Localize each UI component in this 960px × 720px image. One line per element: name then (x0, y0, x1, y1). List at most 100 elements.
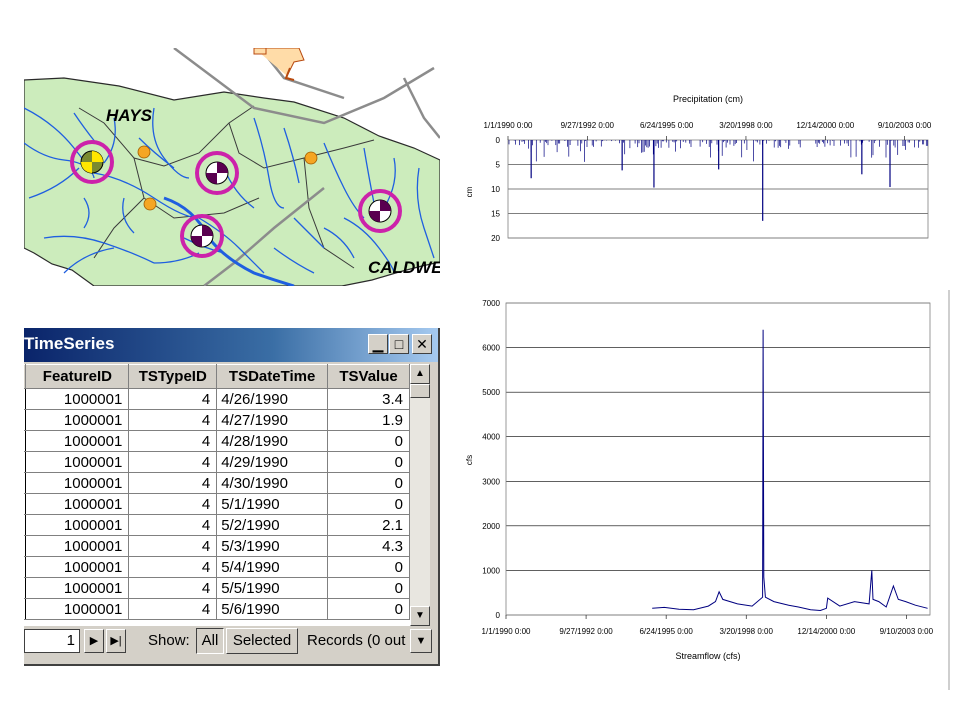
table-row[interactable]: 1000001 4 5/3/1990 4.3 (24, 535, 410, 557)
cell-tstypeid[interactable]: 4 (128, 598, 218, 620)
y-tick-label: 6000 (482, 344, 500, 353)
cell-tstypeid[interactable]: 4 (128, 493, 218, 515)
record-number-input[interactable]: 1 (24, 629, 80, 653)
scroll-up-button[interactable]: ▲ (410, 364, 430, 384)
cell-tsvalue[interactable]: 0 (327, 577, 410, 599)
window-titlebar[interactable]: TimeSeries ▁ □ ✕ (24, 328, 438, 362)
cell-featureid[interactable]: 1000001 (25, 409, 130, 431)
cell-tstypeid[interactable]: 4 (128, 535, 218, 557)
x-tick-label: 1/1/1990 0:00 (482, 627, 531, 636)
table-row[interactable]: 1000001 4 4/26/1990 3.4 (24, 388, 410, 410)
minimize-button[interactable]: ▁ (368, 334, 388, 354)
table-body: 1000001 4 4/26/1990 3.4 1000001 4 4/27/1990 1.9… (24, 388, 410, 620)
cell-featureid[interactable]: 1000001 (25, 430, 130, 452)
column-header-tsdatetime[interactable]: TSDateTime (216, 364, 329, 389)
cell-tsdatetime[interactable]: 4/26/1990 (216, 388, 329, 410)
cell-tsdatetime[interactable]: 5/5/1990 (216, 577, 329, 599)
cell-tsdatetime[interactable]: 5/6/1990 (216, 598, 329, 620)
attribute-table[interactable]: FeatureID TSTypeID TSDateTime TSValue 10… (24, 364, 410, 626)
column-header-featureid[interactable]: FeatureID (25, 364, 130, 389)
cell-tsvalue[interactable]: 0 (327, 493, 410, 515)
plot-area (505, 302, 931, 616)
cell-tsvalue[interactable]: 1.9 (327, 409, 410, 431)
map-panel[interactable]: HAYS CALDWELL (24, 48, 440, 286)
maximize-icon: □ (394, 336, 404, 352)
options-dropdown-button[interactable]: ▼ (410, 629, 432, 653)
cell-tsvalue[interactable]: 0 (327, 556, 410, 578)
y-tick-label: 5000 (482, 388, 500, 397)
cell-tstypeid[interactable]: 4 (128, 388, 218, 410)
precipitation-chart-svg: Precipitation (cm) cm 0 5 10 15 20 1/1/1990 0… (465, 94, 932, 243)
cell-featureid[interactable]: 1000001 (25, 514, 130, 536)
y-tick-label: 20 (491, 234, 500, 243)
next-record-button[interactable]: ▶ (84, 629, 104, 653)
table-row[interactable]: 1000001 4 5/4/1990 0 (24, 556, 410, 578)
cell-featureid[interactable]: 1000001 (25, 556, 130, 578)
table-row[interactable]: 1000001 4 4/30/1990 0 (24, 472, 410, 494)
scroll-thumb[interactable] (410, 384, 430, 398)
show-all-button[interactable]: All (196, 628, 224, 654)
close-icon: ✕ (416, 336, 428, 352)
table-row[interactable]: 1000001 4 4/29/1990 0 (24, 451, 410, 473)
maximize-button[interactable]: □ (389, 334, 409, 354)
y-tick-label: 10 (491, 185, 500, 194)
column-header-tstypeid[interactable]: TSTypeID (128, 364, 218, 389)
cell-tstypeid[interactable]: 4 (128, 409, 218, 431)
y-tick-label: 1000 (482, 566, 500, 575)
county-label-hays: HAYS (106, 106, 152, 125)
cell-featureid[interactable]: 1000001 (25, 598, 130, 620)
cell-featureid[interactable]: 1000001 (25, 535, 130, 557)
cell-tsvalue[interactable]: 0 (327, 451, 410, 473)
y-tick-label: 2000 (482, 522, 500, 531)
show-selected-button[interactable]: Selected (226, 628, 298, 654)
cell-tstypeid[interactable]: 4 (128, 472, 218, 494)
x-tick-label: 9/10/2003 0:00 (880, 627, 934, 636)
cell-tsdatetime[interactable]: 4/29/1990 (216, 451, 329, 473)
cell-featureid[interactable]: 1000001 (25, 388, 130, 410)
vertical-scrollbar[interactable]: ▲ ▼ (410, 364, 430, 626)
cell-tsvalue[interactable]: 0 (327, 598, 410, 620)
table-row[interactable]: 1000001 4 4/28/1990 0 (24, 430, 410, 452)
cell-featureid[interactable]: 1000001 (25, 493, 130, 515)
y-axis-label: cm (465, 186, 474, 197)
scroll-down-button[interactable]: ▼ (410, 606, 430, 626)
map-canvas[interactable] (24, 48, 440, 286)
cell-tsvalue[interactable]: 0 (327, 472, 410, 494)
table-row[interactable]: 1000001 4 5/5/1990 0 (24, 577, 410, 599)
close-button[interactable]: ✕ (412, 334, 432, 354)
cell-tstypeid[interactable]: 4 (128, 430, 218, 452)
table-row[interactable]: 1000001 4 4/27/1990 1.9 (24, 409, 410, 431)
last-record-button[interactable]: ▶| (106, 629, 126, 653)
cell-tsdatetime[interactable]: 5/1/1990 (216, 493, 329, 515)
window-title: TimeSeries (24, 334, 115, 353)
cell-tsdatetime[interactable]: 4/28/1990 (216, 430, 329, 452)
cell-tsdatetime[interactable]: 4/30/1990 (216, 472, 329, 494)
cell-tsvalue[interactable]: 0 (327, 430, 410, 452)
x-tick-label: 12/14/2000 0:00 (797, 627, 855, 636)
table-row[interactable]: 1000001 4 5/2/1990 2.1 (24, 514, 410, 536)
cell-tsdatetime[interactable]: 4/27/1990 (216, 409, 329, 431)
table-row[interactable]: 1000001 4 5/6/1990 0 (24, 598, 410, 620)
chart-title: Precipitation (cm) (673, 94, 743, 104)
cell-tsvalue[interactable]: 4.3 (327, 535, 410, 557)
cell-tsdatetime[interactable]: 5/3/1990 (216, 535, 329, 557)
cell-tstypeid[interactable]: 4 (128, 577, 218, 599)
cell-tsdatetime[interactable]: 5/4/1990 (216, 556, 329, 578)
x-tick-label: 3/20/1998 0:00 (719, 121, 773, 130)
x-tick-label: 1/1/1990 0:00 (484, 121, 533, 130)
table-row[interactable]: 1000001 4 5/1/1990 0 (24, 493, 410, 515)
dropdown-icon: ▼ (415, 635, 427, 647)
x-tick-label: 6/24/1995 0:00 (639, 627, 693, 636)
column-header-tsvalue[interactable]: TSValue (327, 364, 410, 389)
cell-tsdatetime[interactable]: 5/2/1990 (216, 514, 329, 536)
cell-tstypeid[interactable]: 4 (128, 451, 218, 473)
cell-tsvalue[interactable]: 2.1 (327, 514, 410, 536)
next-record-icon: ▶ (89, 635, 99, 647)
cell-tstypeid[interactable]: 4 (128, 556, 218, 578)
cell-featureid[interactable]: 1000001 (25, 451, 130, 473)
cell-featureid[interactable]: 1000001 (25, 577, 130, 599)
cell-tsvalue[interactable]: 3.4 (327, 388, 410, 410)
cell-tstypeid[interactable]: 4 (128, 514, 218, 536)
cell-featureid[interactable]: 1000001 (25, 472, 130, 494)
timeseries-window[interactable]: TimeSeries ▁ □ ✕ FeatureID TSTypeID TSDa… (24, 328, 440, 666)
